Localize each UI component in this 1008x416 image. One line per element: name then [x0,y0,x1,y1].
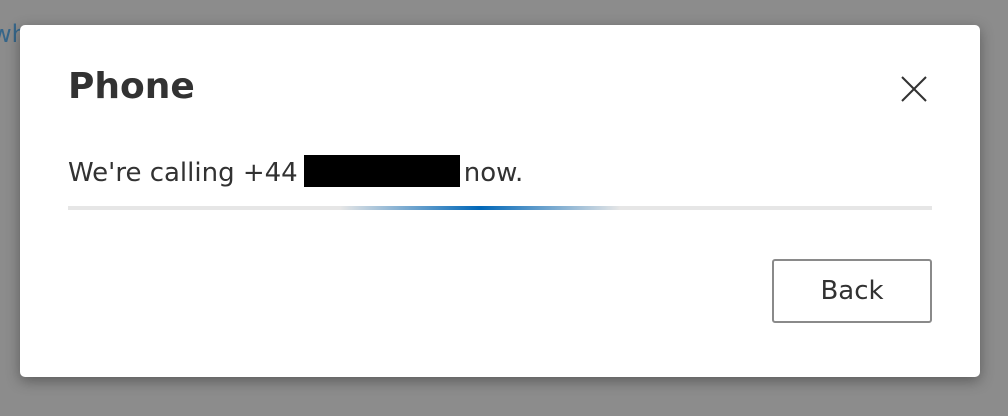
calling-message-suffix: now. [463,158,524,188]
phone-dialog: Phone We're calling +44 now. Back [20,25,980,377]
calling-message: We're calling +44 now. [68,155,523,191]
dialog-title: Phone [68,66,195,107]
calling-progress-bar [68,206,932,210]
close-button[interactable] [894,69,934,109]
calling-message-prefix: We're calling +44 [68,158,298,188]
progress-indicator [340,206,620,210]
back-button[interactable]: Back [772,259,932,323]
close-icon [894,69,934,109]
redacted-phone-number [303,155,460,187]
